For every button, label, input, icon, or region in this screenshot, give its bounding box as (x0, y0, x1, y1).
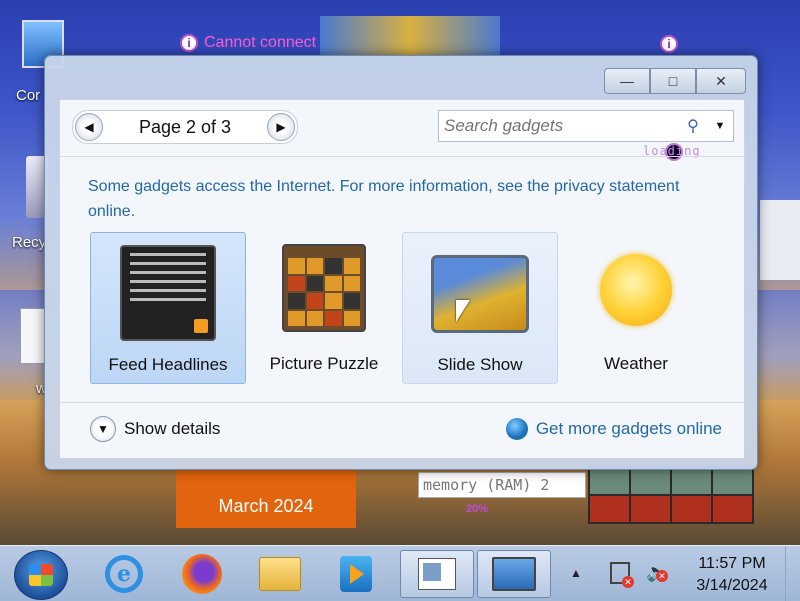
desktop-icon-label-computer[interactable]: Cor (16, 87, 40, 104)
media-player-icon (340, 556, 372, 592)
privacy-notice[interactable]: Some gadgets access the Internet. For mo… (88, 174, 708, 224)
clock[interactable]: 11:57 PM 3/14/2024 (680, 553, 784, 597)
show-details-label[interactable]: Show details (124, 419, 220, 439)
rss-icon (194, 319, 208, 333)
picture-puzzle-gadget[interactable] (588, 466, 754, 524)
weather-gadget-error: i Cannot connect (180, 34, 316, 52)
gadget-gallery-window: — □ ✕ ◀ Page 2 of 3 ▶ ⚲ ▼ loading Some g… (44, 55, 758, 470)
start-button[interactable] (14, 550, 68, 600)
folder-icon (259, 557, 301, 591)
gadget-picture-puzzle[interactable]: Picture Puzzle (246, 232, 402, 384)
slideshow-gadget-photo[interactable] (320, 16, 500, 56)
taskbar: e ▲ ✕ 🔈✕ 11:57 PM 3/14/2024 (0, 545, 800, 601)
clock-time: 11:57 PM (698, 555, 766, 572)
next-page-button[interactable]: ▶ (267, 113, 295, 141)
cannot-connect-text: Cannot connect (204, 34, 317, 51)
gadget-name: Picture Puzzle (269, 354, 379, 373)
taskbar-internet-explorer[interactable]: e (90, 550, 158, 598)
wallpaper-lighthouse (760, 200, 800, 280)
search-icon[interactable]: ⚲ (680, 116, 706, 136)
desktop-icon-label-recycle-bin[interactable]: Recy (12, 234, 46, 251)
window-controls: — □ ✕ (604, 68, 746, 94)
gadget-list: Feed Headlines Picture Puzzle Slide Show… (90, 232, 714, 384)
internet-explorer-icon: e (105, 555, 143, 593)
gadget-name: Feed Headlines (108, 355, 228, 374)
globe-icon (505, 418, 528, 440)
maximize-button[interactable]: □ (650, 68, 696, 94)
clock-date: 3/14/2024 (696, 577, 768, 594)
previous-page-button[interactable]: ◀ (75, 113, 103, 141)
volume-icon[interactable]: 🔈✕ (646, 562, 668, 583)
show-hidden-icons-icon[interactable]: ▲ (570, 566, 582, 580)
puzzle-icon (282, 244, 366, 332)
divider (60, 156, 744, 157)
sun-icon (600, 254, 672, 326)
firefox-icon (182, 554, 222, 594)
page-label: Page 2 of 3 (138, 116, 232, 137)
network-icon[interactable]: ✕ (610, 562, 634, 588)
monitor-icon (492, 557, 536, 591)
gadget-name: Slide Show (437, 355, 523, 374)
taskbar-media-player[interactable] (322, 550, 390, 598)
info-icon: i (660, 35, 678, 53)
get-more-gadgets-link[interactable]: Get more gadgets online (505, 418, 722, 440)
search-box[interactable]: ⚲ ▼ (438, 110, 734, 142)
gallery-content: ◀ Page 2 of 3 ▶ ⚲ ▼ loading Some gadgets… (59, 99, 745, 459)
slideshow-icon (431, 255, 529, 333)
taskbar-gadgets[interactable] (400, 550, 474, 598)
page-navigator: ◀ Page 2 of 3 ▶ (72, 110, 298, 144)
get-more-gadgets-label[interactable]: Get more gadgets online (536, 419, 722, 439)
memory-percent: 20% (466, 503, 489, 515)
close-button[interactable]: ✕ (696, 68, 746, 94)
info-icon: i (180, 34, 198, 52)
calendar-gadget[interactable]: March 2024 (176, 462, 356, 528)
taskbar-display[interactable] (477, 550, 551, 598)
gadget-weather[interactable]: Weather (558, 232, 714, 384)
search-input[interactable] (439, 115, 680, 137)
calendar-month: March 2024 (218, 496, 314, 516)
taskbar-file-explorer[interactable] (246, 550, 314, 598)
mouse-cursor-icon (456, 300, 470, 322)
show-desktop-button[interactable] (785, 546, 800, 601)
cpu-meter-gadget[interactable]: memory (RAM) 2 (418, 472, 586, 498)
feed-icon (120, 245, 216, 341)
divider (60, 402, 744, 403)
gadget-feed-headlines[interactable]: Feed Headlines (90, 232, 246, 384)
gadget-slide-show[interactable]: Slide Show (402, 232, 558, 384)
gadgets-icon (418, 558, 456, 590)
chevron-down-icon[interactable]: ▼ (706, 120, 733, 132)
minimize-button[interactable]: — (604, 68, 650, 94)
windows-logo-icon (29, 564, 53, 586)
settings-icon[interactable] (20, 308, 46, 364)
taskbar-firefox[interactable] (168, 550, 236, 598)
chevron-down-icon[interactable]: ▼ (90, 416, 116, 442)
gadget-name: Weather (604, 354, 668, 373)
show-details-toggle[interactable]: ▼ Show details (90, 416, 220, 442)
